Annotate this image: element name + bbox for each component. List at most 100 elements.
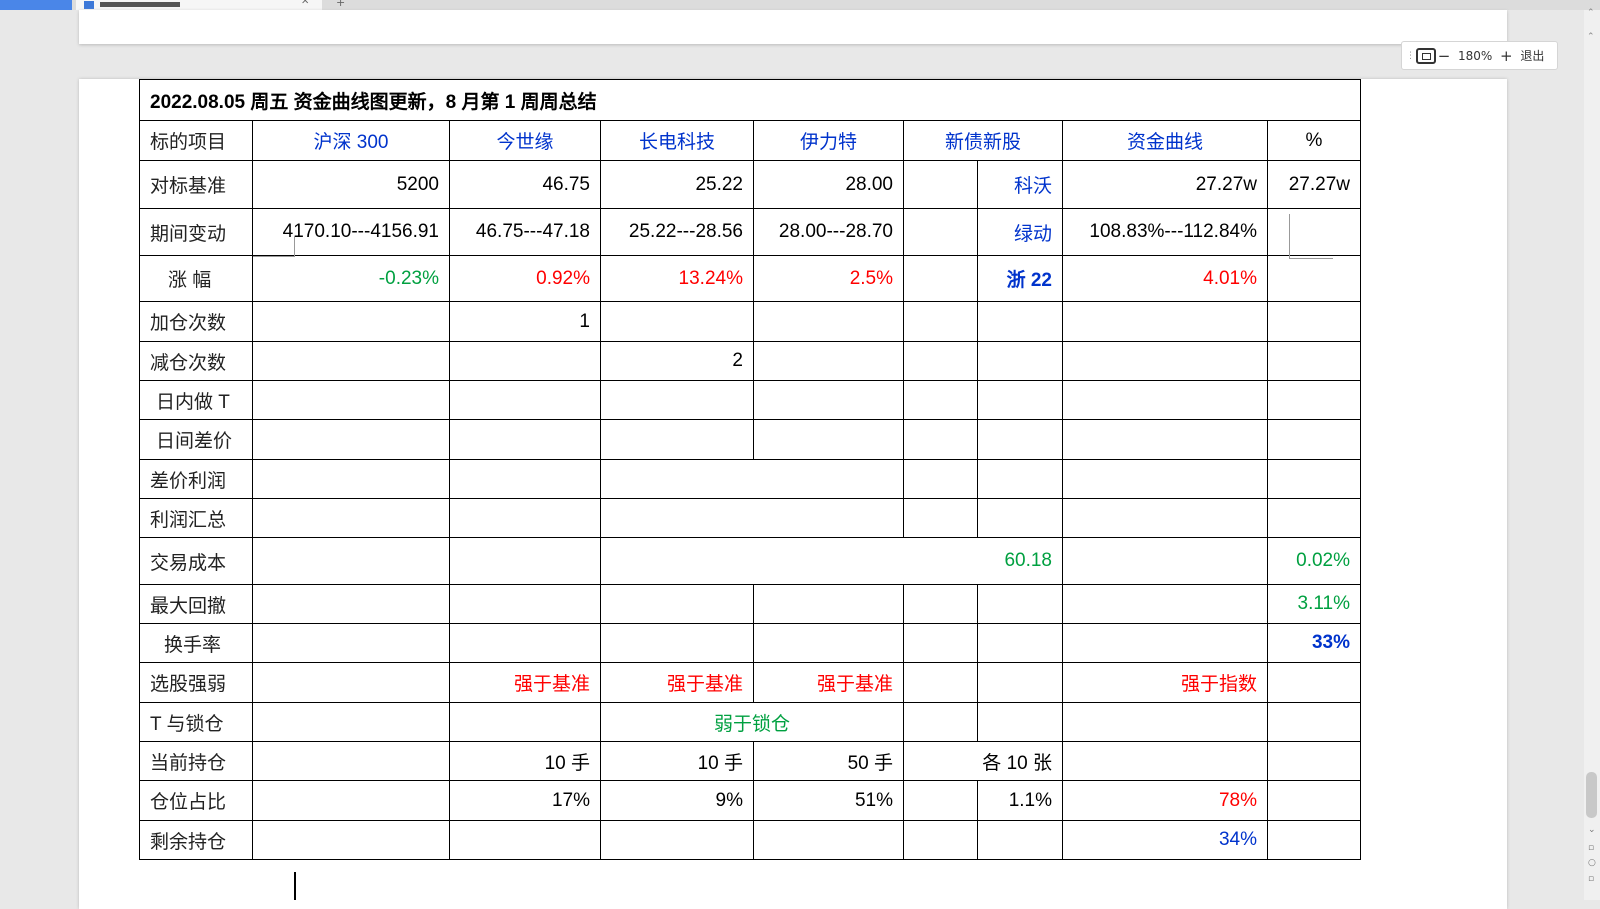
cell (753, 820, 904, 860)
summary-table: 2022.08.05 周五 资金曲线图更新，8 月第 1 周周总结 标的项目 沪… (139, 79, 1361, 860)
scroll-down-icon[interactable]: ⌄ (1588, 825, 1596, 835)
header-xzxg: 新债新股 (903, 120, 1063, 161)
cell (449, 702, 601, 742)
row-label: 涨 幅 (139, 255, 253, 302)
cell: 浙 22 (977, 255, 1063, 302)
cell (252, 498, 450, 538)
cell: 强于基准 (600, 662, 754, 703)
zoom-out-button[interactable]: − (1436, 47, 1452, 65)
cell (252, 820, 450, 860)
cell: 0.02% (1267, 537, 1361, 585)
cell (903, 380, 978, 420)
cell (1062, 341, 1268, 381)
cell (903, 419, 978, 460)
header-row: 标的项目 沪深 300 今世缘 长电科技 伊力特 新债新股 资金曲线 % (139, 120, 1361, 161)
zoom-level[interactable]: 180% (1458, 49, 1492, 63)
cell (449, 584, 601, 624)
cell (600, 584, 754, 624)
row-label: 剩余持仓 (139, 820, 253, 860)
table-row: 期间变动 4170.10---4156.91 46.75---47.18 25.… (139, 208, 1361, 256)
cell (600, 623, 754, 663)
cell (903, 208, 978, 256)
scrollbar-thumb[interactable] (1586, 772, 1597, 818)
row-label: 换手率 (139, 623, 253, 663)
row-label: 交易成本 (139, 537, 253, 585)
scroll-up-icon[interactable]: ⌃ (1587, 8, 1595, 18)
cell: 5200 (252, 160, 450, 209)
cell (977, 301, 1063, 342)
fit-page-icon[interactable] (1416, 47, 1436, 64)
prev-page-icon[interactable]: ▫ (1588, 874, 1594, 884)
table-row: 对标基准 5200 46.75 25.22 28.00 科沃 27.27w 27… (139, 160, 1361, 209)
cell (1267, 459, 1361, 499)
table-row: 当前持仓 10 手 10 手 50 手 各 10 张 (139, 741, 1361, 781)
cell (1267, 741, 1361, 781)
row-label: 减仓次数 (139, 341, 253, 381)
cell (1267, 498, 1361, 538)
cell (977, 623, 1063, 663)
cell (600, 380, 754, 420)
previous-page (79, 10, 1507, 44)
new-tab-icon[interactable]: + (336, 0, 345, 9)
cell (449, 459, 601, 499)
cell: 3.11% (1267, 584, 1361, 624)
select-browse-icon[interactable]: ○ (1588, 858, 1596, 868)
header-hs300: 沪深 300 (252, 120, 450, 161)
cell (600, 459, 904, 499)
cell: 1 (449, 301, 601, 342)
cell (977, 662, 1063, 703)
cell: 强于基准 (449, 662, 601, 703)
cell (977, 702, 1063, 742)
table-row: 剩余持仓 34% (139, 820, 1361, 860)
cell (449, 820, 601, 860)
cell (1062, 623, 1268, 663)
cell: 25.22 (600, 160, 754, 209)
cell (252, 537, 450, 585)
cell (903, 301, 978, 342)
cell (903, 702, 978, 742)
cell (1062, 459, 1268, 499)
scroll-top-icon[interactable]: ⌃ (1587, 32, 1595, 42)
cell (903, 255, 978, 302)
cell: 强于指数 (1062, 662, 1268, 703)
tab-home[interactable] (0, 0, 72, 10)
cell (1267, 380, 1361, 420)
cell: 34% (1062, 820, 1268, 860)
cell (977, 459, 1063, 499)
cell (449, 341, 601, 381)
cell (977, 380, 1063, 420)
drag-handle-icon[interactable]: ⋮ (1406, 51, 1415, 61)
cell: 10 手 (449, 741, 601, 781)
cell: 60.18 (600, 537, 1063, 585)
cell (252, 341, 450, 381)
close-tab-icon[interactable]: ✕ (301, 0, 309, 7)
cell: 10 手 (600, 741, 754, 781)
row-label: T 与锁仓 (139, 702, 253, 742)
cell (1267, 208, 1361, 256)
zoom-in-button[interactable]: + (1498, 47, 1514, 65)
row-label: 仓位占比 (139, 780, 253, 821)
cell: 51% (753, 780, 904, 821)
cell: 2 (600, 341, 754, 381)
cell: 科沃 (977, 160, 1063, 209)
row-label: 日间差价 (139, 419, 253, 460)
cell (903, 341, 978, 381)
cell: 1.1% (977, 780, 1063, 821)
cell (449, 537, 601, 585)
cell: 108.83%---112.84% (1062, 208, 1268, 256)
exit-button[interactable]: 退出 (1520, 47, 1544, 64)
next-page-icon[interactable]: ▫ (1588, 843, 1594, 853)
cell (449, 380, 601, 420)
vertical-scrollbar[interactable]: ⌃ ⌃ ⌄ ▫ ○ ▫ (1584, 8, 1600, 900)
table-row: 最大回撤 3.11% (139, 584, 1361, 624)
cell: 绿动 (977, 208, 1063, 256)
cell (977, 584, 1063, 624)
tab-document[interactable]: ✕ (76, 0, 322, 10)
header-cdkj: 长电科技 (600, 120, 754, 161)
row-label: 最大回撤 (139, 584, 253, 624)
table-row: 利润汇总 (139, 498, 1361, 538)
cell (977, 341, 1063, 381)
cell: 27.27w (1267, 160, 1361, 209)
cell (753, 341, 904, 381)
cell (1062, 498, 1268, 538)
